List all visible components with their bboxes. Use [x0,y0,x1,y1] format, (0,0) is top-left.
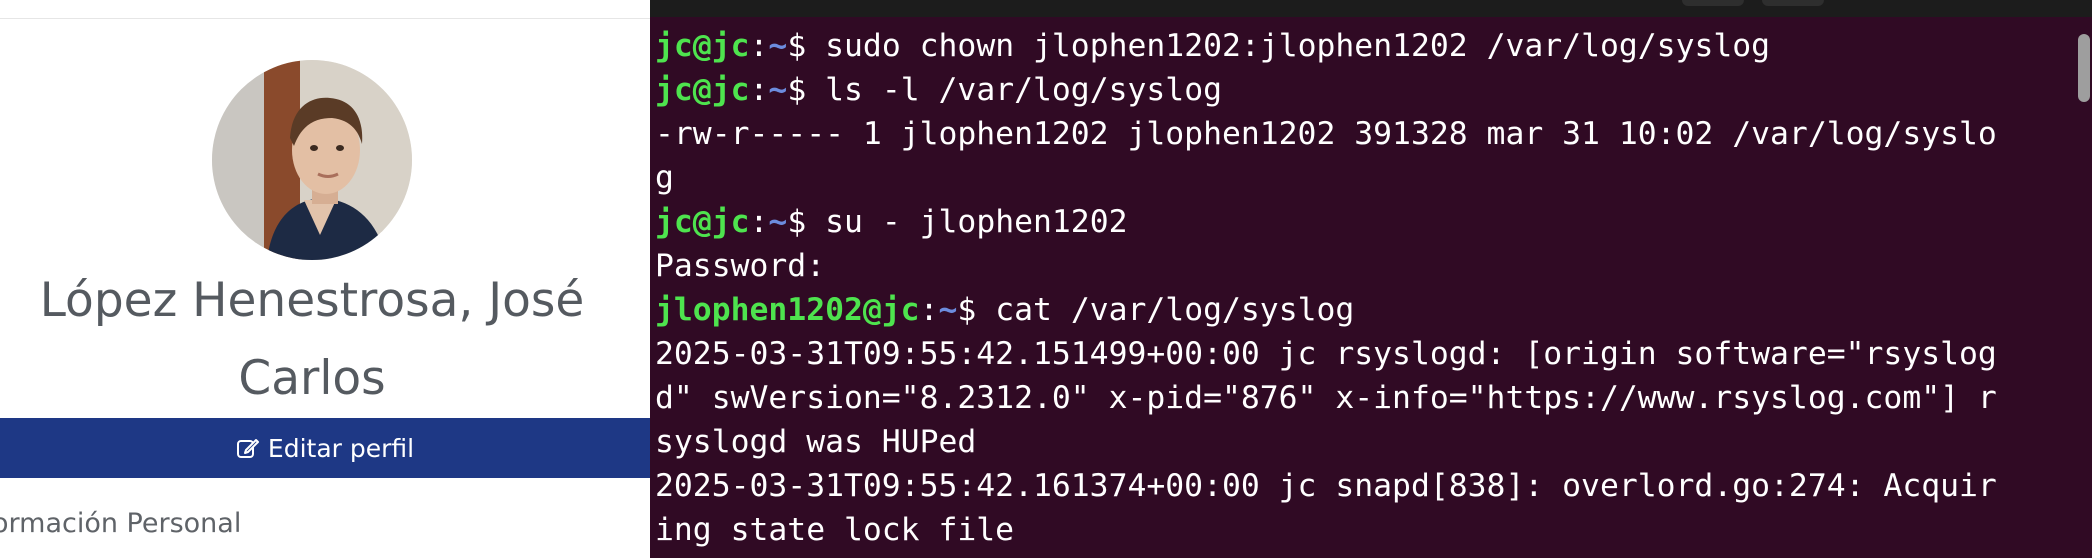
terminal-prompt-line: jc@jc:~$ sudo chown jlophen1202:jlophen1… [655,24,2065,68]
terminal-prompt-line: jc@jc:~$ su - jlophen1202 [655,200,2065,244]
terminal-prompt-line: jc@jc:~$ ls -l /var/log/syslog [655,68,2065,112]
prompt-separator: : [749,204,769,240]
terminal-output-line: -rw-r----- 1 jlophen1202 jlophen1202 391… [655,116,1997,152]
prompt-user: jc@jc [655,72,750,108]
prompt-separator: : [749,28,769,64]
terminal-output-line: 2025-03-31T09:55:42.161374+00:00 jc snap… [655,468,1997,504]
profile-name: López Henestrosa, José Carlos [0,262,624,418]
edit-profile-label: Editar perfil [267,433,415,463]
command-text: sudo chown jlophen1202:jlophen1202 /var/… [825,28,1771,64]
prompt-path: ~ [938,292,958,328]
terminal-prompt-line: jlophen1202@jc:~$ cat /var/log/syslog [655,288,2065,332]
section-personal-info: ormación Personal [0,508,242,539]
terminal-output-line: ing state lock file [655,512,1015,548]
terminal-output-line: Password: [655,248,826,284]
terminal-output-line: syslogd was HUPed [655,424,977,460]
scrollbar-thumb[interactable] [2078,34,2090,102]
terminal-titlebar [650,0,2092,17]
titlebar-button[interactable] [1762,0,1824,6]
prompt-separator: : [919,292,939,328]
edit-profile-button[interactable]: Editar perfil [0,418,650,478]
prompt-symbol: $ [957,292,996,328]
prompt-path: ~ [768,204,788,240]
command-text: su - jlophen1202 [825,204,1128,240]
edit-icon [236,436,260,460]
profile-name-line2: Carlos [238,351,386,406]
prompt-separator: : [749,72,769,108]
terminal-output-line: g [655,160,674,196]
prompt-symbol: $ [787,204,826,240]
command-text: ls -l /var/log/syslog [825,72,1222,108]
prompt-path: ~ [768,72,788,108]
prompt-symbol: $ [787,28,826,64]
avatar [212,60,412,260]
terminal-window[interactable]: jc@jc:~$ sudo chown jlophen1202:jlophen1… [650,0,2092,558]
prompt-user: jc@jc [655,28,750,64]
prompt-symbol: $ [787,72,826,108]
profile-photo [212,60,412,260]
divider [0,18,650,19]
terminal-output: jc@jc:~$ sudo chown jlophen1202:jlophen1… [655,24,2065,552]
profile-name-line1: López Henestrosa, José [39,273,585,328]
command-text: cat /var/log/syslog [995,292,1355,328]
profile-panel: López Henestrosa, José Carlos Editar per… [0,0,650,558]
terminal-output-line: 2025-03-31T09:55:42.151499+00:00 jc rsys… [655,336,1997,372]
prompt-user: jlophen1202@jc [655,292,920,328]
prompt-path: ~ [768,28,788,64]
terminal-output-line: d" swVersion="8.2312.0" x-pid="876" x-in… [655,380,1997,416]
prompt-user: jc@jc [655,204,750,240]
titlebar-button[interactable] [1682,0,1744,6]
